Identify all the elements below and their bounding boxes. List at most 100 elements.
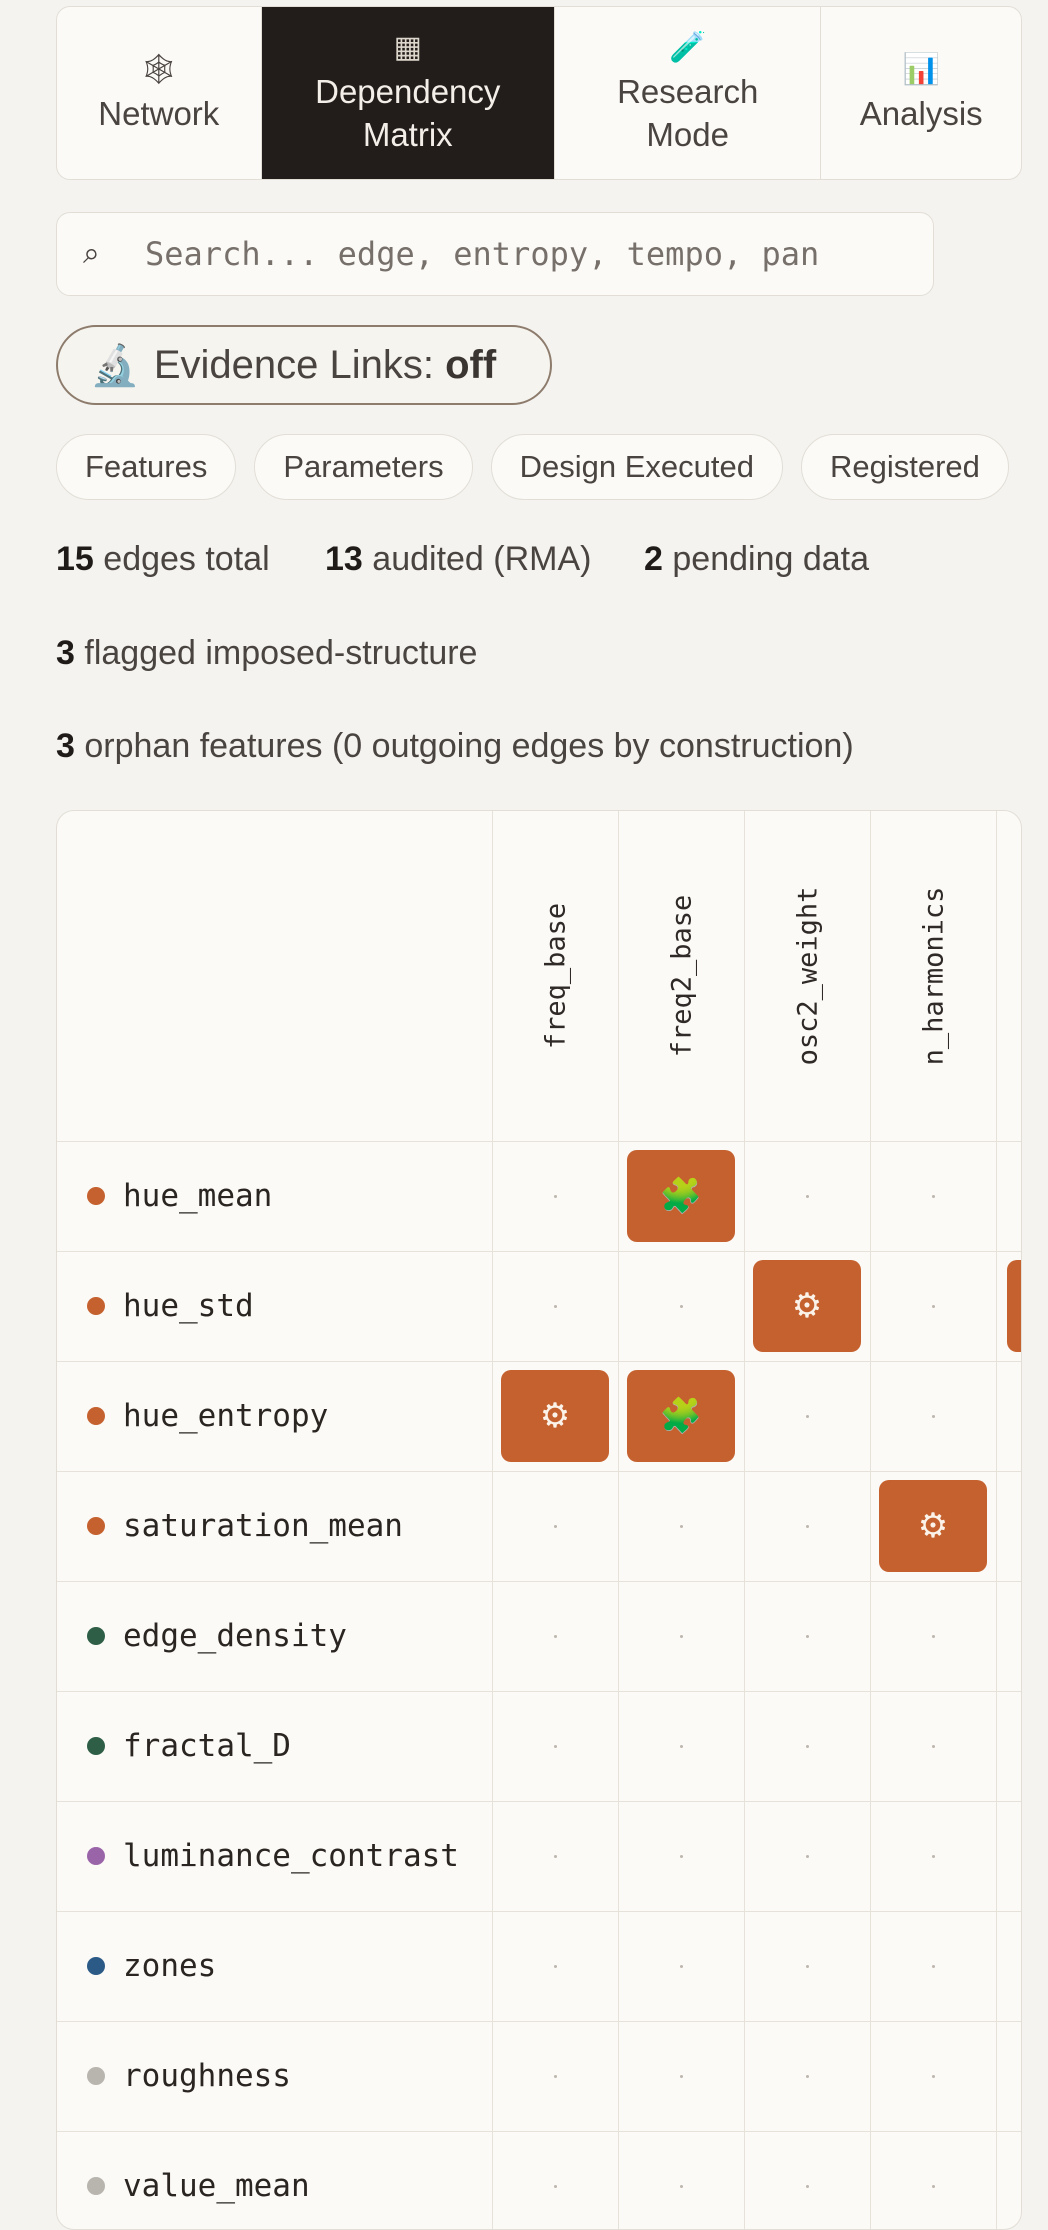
matrix-cell[interactable] <box>744 1581 870 1691</box>
overflow-edge-badge[interactable] <box>1007 1260 1021 1352</box>
column-header[interactable]: osc2_weight <box>744 811 870 1141</box>
matrix-cell[interactable]: 🧩 <box>618 1141 744 1251</box>
column-header[interactable]: freq_base <box>492 811 618 1141</box>
puzzle-icon[interactable]: 🧩 <box>627 1370 735 1462</box>
column-header[interactable]: freq2_base <box>618 811 744 1141</box>
row-name: zones <box>123 1948 217 1984</box>
search-input[interactable] <box>133 235 905 273</box>
matrix-row: luminance_contrast <box>57 1801 1021 1911</box>
evidence-links-toggle[interactable]: 🔬 Evidence Links: off <box>56 325 552 405</box>
category-dot <box>87 1297 105 1315</box>
column-divider <box>744 1141 745 2229</box>
matrix-cell[interactable] <box>870 1691 996 1801</box>
matrix-cell[interactable] <box>870 2131 996 2229</box>
matrix-cell[interactable] <box>870 1801 996 1911</box>
stat-pending: 2 pending data <box>644 540 869 579</box>
matrix-cell[interactable] <box>744 1801 870 1911</box>
category-dot <box>87 1957 105 1975</box>
stat-text: audited (RMA) <box>372 540 592 578</box>
search-icon: ⌕ <box>83 237 100 270</box>
column-divider <box>492 1141 493 2229</box>
matrix-cell[interactable]: ⚙ <box>492 1361 618 1471</box>
chip-design-executed[interactable]: Design Executed <box>490 434 783 500</box>
view-tabs: 🕸 Network ▦ Dependency Matrix 🧪 Research… <box>56 6 1022 180</box>
empty-cell-dot <box>679 2074 683 2078</box>
matrix-cell[interactable] <box>870 1361 996 1471</box>
matrix-cell[interactable] <box>492 2131 618 2229</box>
row-label[interactable]: luminance_contrast <box>87 1801 459 1911</box>
matrix-cell[interactable] <box>870 1141 996 1251</box>
matrix-cell[interactable] <box>492 1251 618 1361</box>
matrix-cell[interactable] <box>492 1801 618 1911</box>
empty-cell-dot <box>553 1854 557 1858</box>
tab-research-mode[interactable]: 🧪 Research Mode <box>555 7 822 179</box>
matrix-cell[interactable] <box>744 2131 870 2229</box>
row-name: saturation_mean <box>123 1508 403 1544</box>
matrix-cell[interactable] <box>492 2021 618 2131</box>
stat-audited: 13 audited (RMA) <box>325 540 591 579</box>
matrix-cell[interactable] <box>744 1691 870 1801</box>
matrix-row: roughness <box>57 2021 1021 2131</box>
matrix-cell[interactable] <box>618 1801 744 1911</box>
row-label[interactable]: hue_entropy <box>87 1361 328 1471</box>
column-header[interactable]: n_harmonics <box>870 811 996 1141</box>
matrix-cell[interactable] <box>492 1581 618 1691</box>
matrix-cell[interactable] <box>870 1911 996 2021</box>
matrix-cell[interactable]: ⚙ <box>744 1251 870 1361</box>
empty-cell-dot <box>931 1964 935 1968</box>
matrix-cell[interactable] <box>492 1141 618 1251</box>
matrix-cell[interactable] <box>618 1691 744 1801</box>
tab-label: Analysis <box>859 94 983 132</box>
row-label[interactable]: hue_mean <box>87 1141 272 1251</box>
puzzle-icon[interactable]: 🧩 <box>627 1150 735 1242</box>
matrix-cell[interactable] <box>744 1911 870 2021</box>
column-label: osc2_weight <box>792 886 823 1066</box>
row-label[interactable]: edge_density <box>87 1581 347 1691</box>
matrix-cell[interactable] <box>492 1911 618 2021</box>
gear-icon[interactable]: ⚙ <box>501 1370 609 1462</box>
tab-label: Research Mode <box>617 73 759 153</box>
matrix-cell[interactable] <box>870 1581 996 1691</box>
matrix-cell[interactable] <box>618 2131 744 2229</box>
chip-parameters[interactable]: Parameters <box>254 434 473 500</box>
tab-label: Dependency Matrix <box>315 73 501 153</box>
matrix-cell[interactable] <box>618 1911 744 2021</box>
empty-cell-dot <box>679 1854 683 1858</box>
row-label[interactable]: hue_std <box>87 1251 254 1361</box>
matrix-row: saturation_mean ⚙ <box>57 1471 1021 1581</box>
matrix-cell[interactable] <box>744 2021 870 2131</box>
column-header-overflow <box>996 811 1021 1141</box>
matrix-cell[interactable] <box>870 1251 996 1361</box>
matrix-cell[interactable] <box>618 1471 744 1581</box>
matrix-cell[interactable]: 🧩 <box>618 1361 744 1471</box>
matrix-cell[interactable] <box>618 2021 744 2131</box>
matrix-cell[interactable] <box>492 1471 618 1581</box>
row-label[interactable]: saturation_mean <box>87 1471 403 1581</box>
stat-flagged: 3 flagged imposed-structure <box>56 634 477 673</box>
matrix-cell[interactable] <box>744 1141 870 1251</box>
tab-dependency-matrix[interactable]: ▦ Dependency Matrix <box>261 7 555 179</box>
stat-orphan: 3 orphan features (0 outgoing edges by c… <box>56 727 854 766</box>
tab-network[interactable]: 🕸 Network <box>57 7 262 179</box>
row-label[interactable]: fractal_D <box>87 1691 291 1801</box>
empty-cell-dot <box>931 1634 935 1638</box>
row-label[interactable]: roughness <box>87 2021 291 2131</box>
matrix-cell[interactable] <box>870 2021 996 2131</box>
row-label[interactable]: zones <box>87 1911 216 2021</box>
matrix-cell[interactable] <box>618 1251 744 1361</box>
row-label[interactable]: value_mean <box>87 2131 310 2229</box>
row-name: roughness <box>123 2058 291 2094</box>
gear-icon[interactable]: ⚙ <box>879 1480 987 1572</box>
matrix-cell[interactable] <box>744 1361 870 1471</box>
microscope-icon: 🔬 <box>90 343 140 388</box>
matrix-cell[interactable] <box>618 1581 744 1691</box>
empty-cell-dot <box>553 1634 557 1638</box>
matrix-cell[interactable]: ⚙ <box>870 1471 996 1581</box>
matrix-cell[interactable] <box>492 1691 618 1801</box>
chip-features[interactable]: Features <box>56 434 237 500</box>
gear-icon[interactable]: ⚙ <box>753 1260 861 1352</box>
empty-cell-dot <box>679 1744 683 1748</box>
chip-registered[interactable]: Registered <box>800 434 1009 500</box>
matrix-cell[interactable] <box>744 1471 870 1581</box>
tab-analysis[interactable]: 📊 Analysis <box>821 7 1021 179</box>
